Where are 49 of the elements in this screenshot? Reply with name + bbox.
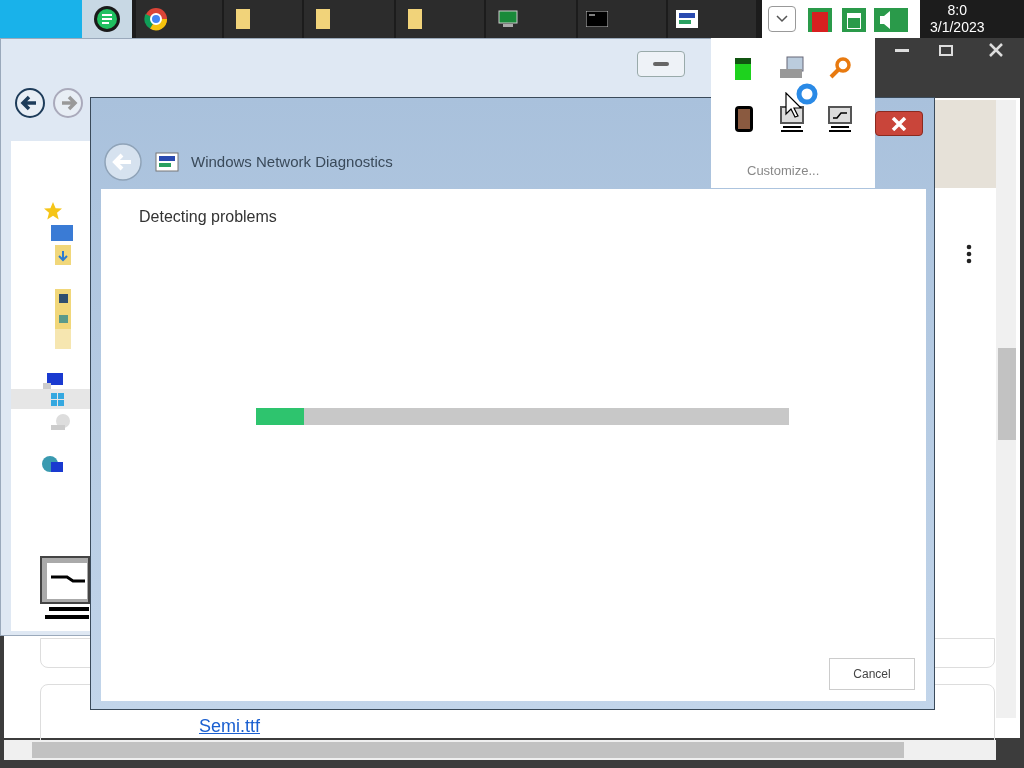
network-diagnostics-icon [676, 10, 698, 28]
drive-icon [51, 393, 65, 407]
tray-expand-button[interactable] [768, 6, 796, 32]
file-link[interactable]: Semi.ttf [199, 712, 260, 740]
chevron-icon [776, 15, 788, 23]
back-button[interactable] [14, 87, 46, 119]
browser-icon [144, 7, 168, 31]
folder-icon [316, 9, 330, 29]
clock-date[interactable]: 3/1/2023 [930, 19, 985, 36]
folder-icon [408, 9, 422, 29]
star-icon [43, 201, 63, 221]
minimize-button[interactable] [637, 51, 685, 77]
close-button[interactable] [875, 111, 923, 136]
magnifier-icon [828, 56, 852, 80]
taskbar-app[interactable] [136, 0, 222, 38]
folder-icon [55, 289, 71, 309]
folder-icon [55, 309, 71, 329]
monitor-icon [498, 10, 518, 28]
network-icon [41, 455, 63, 475]
window-title: Windows Network Diagnostics [191, 151, 393, 172]
taskbar-app[interactable] [668, 0, 756, 38]
more-options-icon[interactable] [966, 244, 972, 264]
close-icon [891, 116, 907, 131]
status-heading: Detecting problems [139, 207, 277, 227]
desktop-icon [51, 225, 73, 241]
chat-icon [92, 4, 122, 34]
computer-icon [43, 373, 65, 391]
horizontal-scrollbar[interactable] [4, 740, 996, 760]
folder-icon [55, 245, 71, 265]
taskbar-app[interactable] [224, 0, 302, 38]
monitor-icon [39, 555, 91, 621]
close-icon [989, 43, 1003, 57]
customize-link[interactable]: Customize... [747, 161, 820, 181]
folder-icon [236, 9, 250, 29]
cancel-button[interactable]: Cancel [829, 658, 915, 690]
taskbar-app[interactable] [396, 0, 484, 38]
loading-ring-icon [795, 82, 819, 106]
monitor-icon [828, 106, 852, 132]
clock-time[interactable]: 8:0 [947, 2, 967, 19]
taskbar-app[interactable] [82, 0, 132, 38]
taskbar-app[interactable] [304, 0, 394, 38]
network-computer-icon [779, 56, 805, 80]
network-diagnostics-icon [155, 152, 179, 172]
disc-icon [51, 413, 71, 431]
start-area[interactable] [0, 0, 82, 38]
vertical-scrollbar[interactable] [996, 100, 1016, 718]
mouse-cursor-icon [785, 92, 803, 118]
terminal-icon [586, 11, 608, 27]
folder-icon [55, 329, 71, 349]
